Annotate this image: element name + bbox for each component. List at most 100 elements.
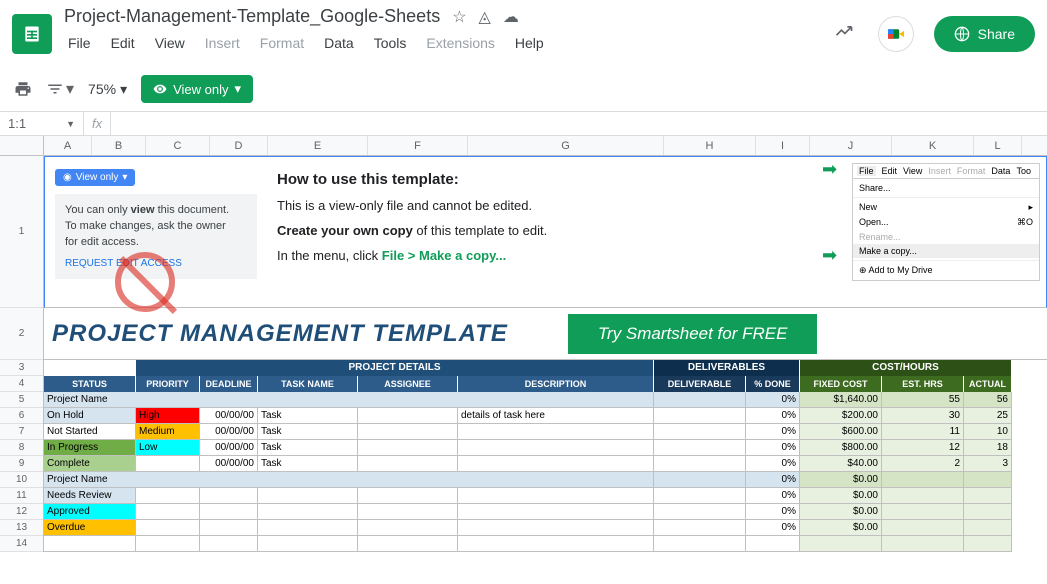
cell[interactable]: Overdue [44, 520, 136, 536]
cell[interactable] [258, 488, 358, 504]
cell[interactable] [200, 520, 258, 536]
cell[interactable]: $200.00 [800, 408, 882, 424]
cell[interactable] [358, 440, 458, 456]
activity-icon[interactable] [834, 21, 854, 46]
row-header[interactable]: 2 [0, 308, 43, 360]
menu-insert[interactable]: Insert [197, 31, 248, 55]
cell[interactable]: Approved [44, 504, 136, 520]
cell[interactable] [200, 536, 258, 552]
cell[interactable] [358, 536, 458, 552]
menu-tools[interactable]: Tools [366, 31, 415, 55]
row-header[interactable]: 1 [0, 156, 43, 308]
cell[interactable]: 0% [746, 408, 800, 424]
cell[interactable]: Low [136, 440, 200, 456]
cell[interactable] [882, 488, 964, 504]
cell[interactable] [358, 504, 458, 520]
cell[interactable]: 00/00/00 [200, 456, 258, 472]
cell[interactable] [882, 504, 964, 520]
cell[interactable] [964, 536, 1012, 552]
cell[interactable]: High [136, 408, 200, 424]
cell[interactable]: 0% [746, 424, 800, 440]
cell[interactable]: $0.00 [800, 520, 882, 536]
col-header[interactable]: C [146, 136, 210, 155]
cell[interactable] [136, 456, 200, 472]
col-header[interactable]: D [210, 136, 268, 155]
cell[interactable]: 0% [746, 440, 800, 456]
col-header[interactable]: E [268, 136, 368, 155]
cell[interactable] [200, 488, 258, 504]
cell[interactable] [654, 488, 746, 504]
cell[interactable]: Project Name [44, 472, 654, 488]
cell[interactable]: $800.00 [800, 440, 882, 456]
cell[interactable]: Not Started [44, 424, 136, 440]
cell[interactable]: Task [258, 424, 358, 440]
cell[interactable] [136, 504, 200, 520]
cell[interactable]: 18 [964, 440, 1012, 456]
col-header[interactable]: H [664, 136, 756, 155]
cell[interactable] [964, 520, 1012, 536]
col-header[interactable]: A [44, 136, 92, 155]
cell[interactable] [746, 536, 800, 552]
select-all-corner[interactable] [0, 136, 44, 155]
cell[interactable]: Task [258, 440, 358, 456]
row-header[interactable]: 7 [0, 424, 43, 440]
row-header[interactable]: 4 [0, 376, 43, 392]
cell[interactable]: 0% [746, 488, 800, 504]
cell[interactable]: $600.00 [800, 424, 882, 440]
cell[interactable]: 0% [746, 504, 800, 520]
cell[interactable]: On Hold [44, 408, 136, 424]
cell[interactable]: 11 [882, 424, 964, 440]
cell[interactable]: Task [258, 408, 358, 424]
cell[interactable]: 00/00/00 [200, 440, 258, 456]
row-header[interactable]: 10 [0, 472, 43, 488]
cell[interactable] [358, 488, 458, 504]
col-header[interactable]: B [92, 136, 146, 155]
print-icon[interactable] [14, 80, 32, 98]
cell[interactable]: details of task here [458, 408, 654, 424]
cell[interactable]: 3 [964, 456, 1012, 472]
row-header[interactable]: 5 [0, 392, 43, 408]
sheets-logo[interactable] [12, 14, 52, 54]
col-header[interactable]: K [892, 136, 974, 155]
cell[interactable]: 10 [964, 424, 1012, 440]
cell[interactable] [654, 408, 746, 424]
row-header[interactable]: 9 [0, 456, 43, 472]
cell[interactable]: Medium [136, 424, 200, 440]
move-icon[interactable]: ◬ [479, 7, 491, 27]
filter-icon[interactable]: ▾ [46, 79, 74, 99]
cell[interactable] [136, 488, 200, 504]
col-header[interactable]: G [468, 136, 664, 155]
row-header[interactable]: 12 [0, 504, 43, 520]
row-header[interactable]: 11 [0, 488, 43, 504]
cell[interactable] [458, 488, 654, 504]
cell[interactable]: 2 [882, 456, 964, 472]
cell[interactable] [458, 504, 654, 520]
col-header[interactable]: J [810, 136, 892, 155]
cell-reference[interactable]: 1:1▼ [0, 112, 84, 135]
cell[interactable] [258, 536, 358, 552]
view-only-button[interactable]: View only ▾ [141, 75, 253, 103]
zoom-dropdown[interactable]: 75% ▾ [88, 81, 127, 98]
cell[interactable] [358, 456, 458, 472]
cell[interactable] [44, 536, 136, 552]
star-icon[interactable]: ☆ [452, 7, 466, 27]
cell[interactable]: 25 [964, 408, 1012, 424]
row-header[interactable]: 3 [0, 360, 43, 376]
col-header[interactable]: F [368, 136, 468, 155]
col-header[interactable]: I [756, 136, 810, 155]
view-only-badge[interactable]: ◉ View only ▾ [55, 169, 135, 186]
cell[interactable]: In Progress [44, 440, 136, 456]
cell[interactable]: Project Name [44, 392, 654, 408]
cell[interactable] [136, 536, 200, 552]
cell[interactable] [654, 520, 746, 536]
cell[interactable]: $0.00 [800, 488, 882, 504]
cell[interactable] [200, 504, 258, 520]
meet-icon[interactable] [878, 16, 914, 52]
cell[interactable]: $40.00 [800, 456, 882, 472]
cell[interactable] [458, 440, 654, 456]
cloud-icon[interactable]: ☁ [503, 7, 519, 27]
cell[interactable] [258, 504, 358, 520]
cell[interactable] [358, 424, 458, 440]
cell[interactable] [882, 536, 964, 552]
row-header[interactable]: 14 [0, 536, 43, 552]
